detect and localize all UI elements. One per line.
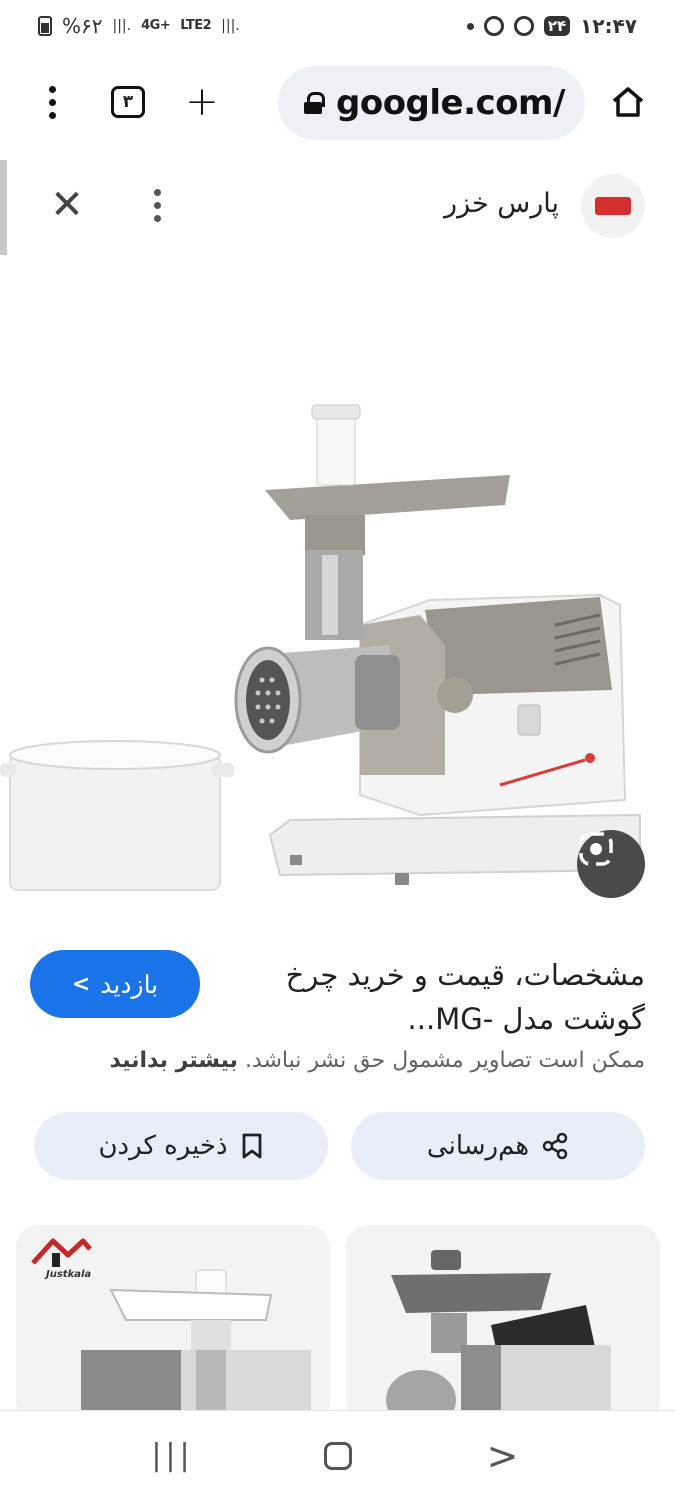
home-icon[interactable]	[606, 80, 650, 124]
url-text: google.com/	[336, 83, 565, 123]
chrome-icon	[483, 16, 504, 36]
share-button[interactable]: هم‌رسانی	[351, 1112, 645, 1180]
address-bar[interactable]: google.com/	[278, 66, 585, 140]
browser-toolbar: ۳ + google.com/	[0, 52, 675, 152]
notification-dot-icon	[466, 22, 474, 30]
signal-bars-icon-2: |||.	[221, 18, 240, 34]
signal-bars-icon: |||.	[112, 18, 132, 34]
status-right: ۲۴ ۱۲:۴۷	[466, 14, 637, 38]
tab-count: ۳	[111, 86, 145, 118]
status-left: %۶۲ |||. 4G+ LTE2 |||.	[38, 14, 240, 38]
meat-grinder-illustration	[0, 404, 641, 891]
notification-badge: ۲۴	[543, 16, 571, 36]
chevron-right-icon: >	[71, 971, 91, 997]
clock: ۱۲:۴۷	[580, 14, 637, 38]
close-icon[interactable]: ✕	[44, 182, 90, 228]
more-vert-icon[interactable]	[30, 80, 74, 124]
tab-switcher-button[interactable]: ۳	[106, 80, 150, 124]
learn-more-link[interactable]: بیشتر بدانید	[110, 1048, 238, 1073]
action-buttons: هم‌رسانی ذخیره کردن	[0, 1112, 675, 1180]
disclaimer-text: ممکن است تصاویر مشمول حق نشر نباشد.	[244, 1048, 645, 1073]
recents-icon[interactable]: |||	[143, 1426, 203, 1486]
more-options-icon[interactable]	[140, 182, 174, 228]
thumb-grinder-white	[81, 1269, 311, 1425]
battery-icon	[38, 16, 52, 36]
google-lens-button[interactable]	[577, 830, 645, 898]
system-nav-bar: ||| >	[0, 1410, 675, 1500]
image-viewer-header: ✕ پارس خزر	[0, 160, 675, 255]
share-icon	[542, 1132, 568, 1160]
related-images: Justkala	[0, 1225, 675, 1425]
source-name[interactable]: پارس خزر	[444, 188, 559, 219]
source-logo[interactable]	[581, 174, 645, 238]
save-button[interactable]: ذخیره کردن	[34, 1112, 328, 1180]
result-info: بازدید > مشخصات، قیمت و خرید چرخ گوشت مد…	[0, 945, 675, 1095]
thumb-grinder-dark	[386, 1250, 611, 1425]
plus-icon[interactable]: +	[180, 79, 224, 125]
save-label: ذخیره کردن	[98, 1131, 228, 1161]
home-button[interactable]	[308, 1426, 368, 1486]
main-product-image[interactable]	[0, 255, 675, 927]
visit-button[interactable]: بازدید >	[30, 950, 200, 1018]
related-image-2[interactable]	[346, 1225, 660, 1425]
status-bar: %۶۲ |||. 4G+ LTE2 |||. ۲۴ ۱۲:۴۷	[0, 0, 675, 52]
result-title[interactable]: مشخصات، قیمت و خرید چرخ گوشت مدل -MG...	[285, 953, 645, 1041]
share-label: هم‌رسانی	[426, 1131, 530, 1161]
lens-icon	[579, 832, 613, 866]
lock-icon[interactable]	[304, 92, 325, 114]
home-square-icon	[323, 1441, 352, 1470]
visit-label: بازدید	[100, 969, 159, 999]
network-lte: LTE2	[180, 18, 212, 33]
copyright-disclaimer: ممکن است تصاویر مشمول حق نشر نباشد. بیشت…	[110, 1048, 645, 1073]
related-image-1[interactable]: Justkala	[16, 1225, 330, 1425]
bookmark-icon	[242, 1133, 261, 1159]
network-4g: 4G+	[141, 18, 171, 33]
pars-khazar-logo-icon	[595, 197, 631, 215]
sync-icon	[513, 16, 534, 36]
back-icon[interactable]: >	[473, 1426, 533, 1486]
battery-level: %۶۲	[62, 14, 103, 38]
